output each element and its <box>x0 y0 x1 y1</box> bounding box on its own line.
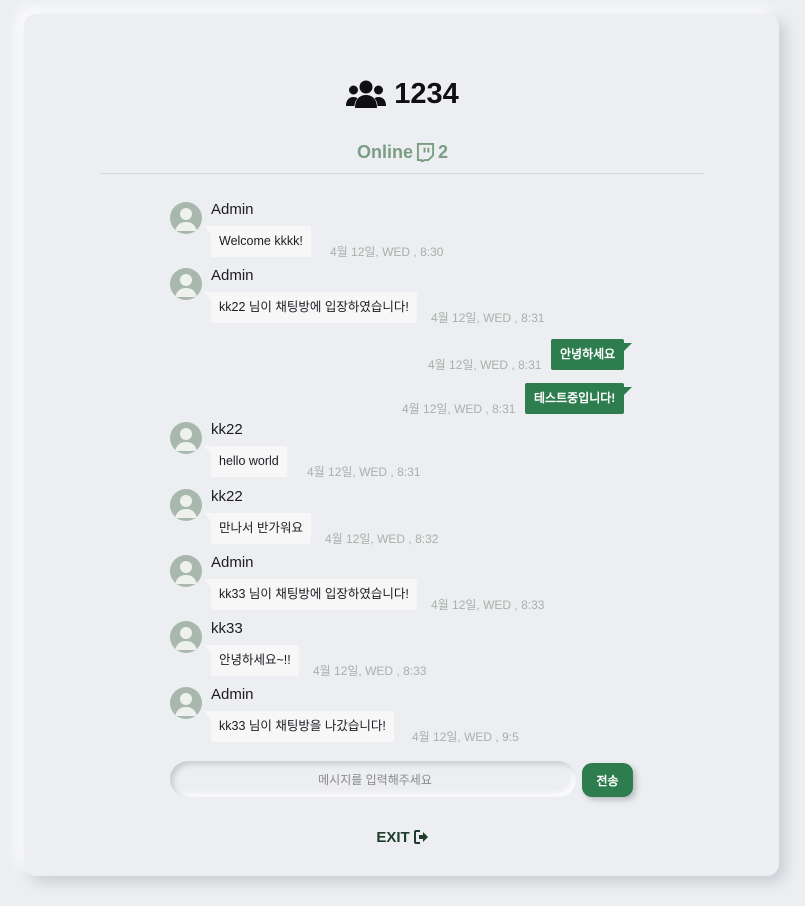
my-message-time: 4월 12일, WED , 8:31 <box>428 358 542 372</box>
users-icon <box>346 80 387 108</box>
user-icon <box>175 274 197 297</box>
user-icon <box>175 495 197 518</box>
message-sender: kk22 <box>211 421 243 438</box>
message-time: 4월 12일, WED , 8:31 <box>431 311 545 325</box>
user-icon <box>175 693 197 716</box>
avatar <box>170 202 202 234</box>
my-message-bubble: 테스트중입니다! <box>525 383 633 414</box>
message-time: 4월 12일, WED , 8:31 <box>307 465 421 479</box>
online-label: Online <box>356 141 413 162</box>
chat-bubble-icon <box>416 142 435 162</box>
avatar <box>170 268 202 300</box>
header-divider <box>100 173 704 174</box>
message-time: 4월 12일, WED , 9:5 <box>412 730 519 744</box>
message-time: 4월 12일, WED , 8:33 <box>431 598 545 612</box>
message-sender: Admin <box>211 201 254 218</box>
exit-button[interactable]: EXIT <box>0 826 805 848</box>
user-icon <box>175 208 197 231</box>
online-status: Online 2 <box>0 140 805 164</box>
exit-label: EXIT <box>376 828 410 846</box>
message-input[interactable] <box>170 761 580 799</box>
avatar <box>170 621 202 653</box>
message-bubble: 안녕하세요~!! <box>204 645 299 676</box>
message-time: 4월 12일, WED , 8:30 <box>330 245 444 259</box>
message-sender: Admin <box>211 686 254 703</box>
message-bubble: kk33 님이 채팅방에 입장하였습니다! <box>204 579 417 610</box>
message-bubble: Welcome kkkk! <box>204 226 311 257</box>
message-bubble: 만나서 반가워요 <box>204 513 311 544</box>
avatar <box>170 687 202 719</box>
room-header: 1234 <box>0 74 805 114</box>
user-icon <box>175 428 197 451</box>
message-sender: kk33 <box>211 620 243 637</box>
my-message-time: 4월 12일, WED , 8:31 <box>402 402 516 416</box>
message-bubble: hello world <box>204 446 287 477</box>
avatar <box>170 422 202 454</box>
sign-out-icon <box>413 830 428 844</box>
avatar <box>170 555 202 587</box>
message-sender: Admin <box>211 267 254 284</box>
message-time: 4월 12일, WED , 8:33 <box>313 664 427 678</box>
message-time: 4월 12일, WED , 8:32 <box>325 532 439 546</box>
avatar <box>170 489 202 521</box>
user-icon <box>175 627 197 650</box>
message-bubble: kk33 님이 채팅방을 나갔습니다! <box>204 711 394 742</box>
my-message-bubble: 안녕하세요 <box>551 339 633 370</box>
message-bubble: kk22 님이 채팅방에 입장하였습니다! <box>204 292 417 323</box>
user-icon <box>175 561 197 584</box>
message-sender: kk22 <box>211 488 243 505</box>
room-title: 1234 <box>394 77 459 110</box>
message-sender: Admin <box>211 554 254 571</box>
online-count: 2 <box>438 141 449 162</box>
send-button[interactable]: 전송 <box>582 763 633 797</box>
message-input-wrapper <box>170 761 580 799</box>
